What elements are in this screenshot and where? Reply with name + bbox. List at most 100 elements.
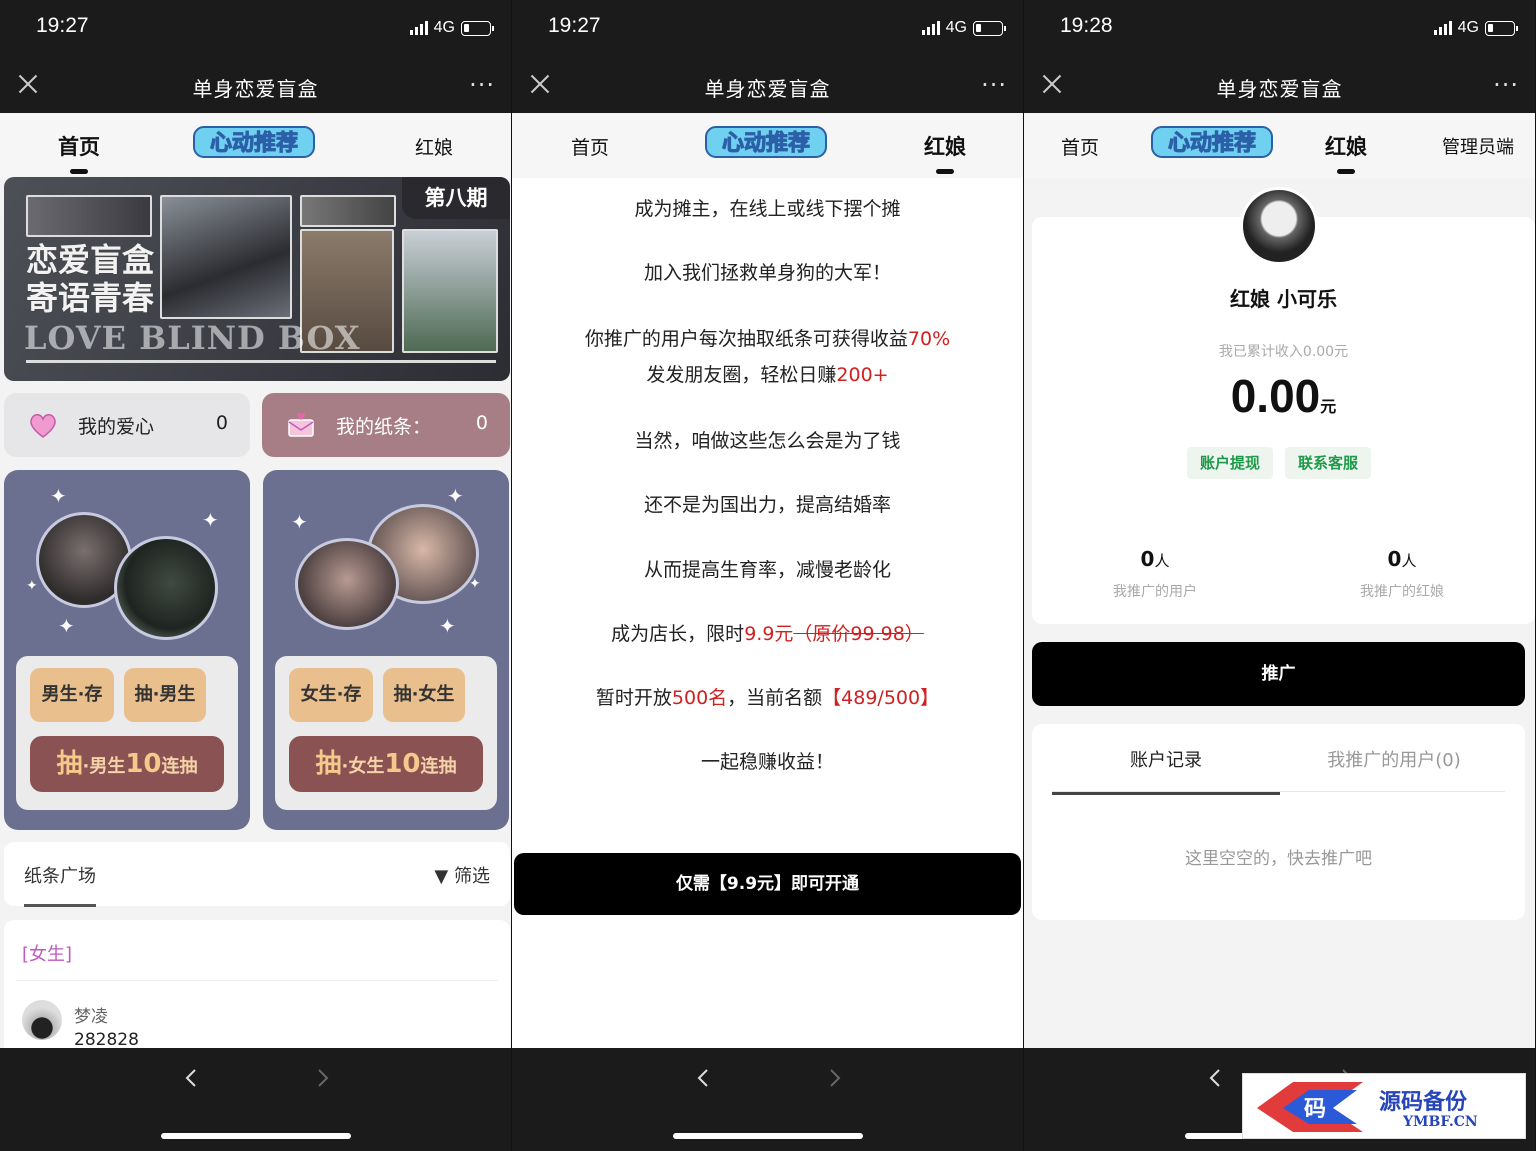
sparkle-icon: ✦ xyxy=(439,614,456,638)
tab-matchmaker[interactable]: 红娘 xyxy=(1325,131,1367,174)
user-number: 282828 xyxy=(74,1030,139,1050)
promote-button[interactable]: 推广 xyxy=(1032,642,1525,706)
quota-highlight: 【489/500】 xyxy=(822,687,940,709)
forward-icon[interactable] xyxy=(312,1068,332,1088)
sparkle-icon: ✦ xyxy=(58,614,75,638)
info-line: 从而提高生育率，减慢老龄化 xyxy=(643,559,891,581)
banner-title-line2: 寄语青春 xyxy=(26,279,155,317)
note-plaza-header: 纸条广场 ▼ 筛选 xyxy=(4,842,510,906)
more-icon[interactable]: ··· xyxy=(1493,71,1519,99)
female-draw-button[interactable]: 抽·女生 xyxy=(383,668,465,722)
notes-value: 0 xyxy=(475,412,488,434)
stat-value: 0人 xyxy=(1055,547,1255,571)
battery-icon xyxy=(461,20,494,36)
back-icon[interactable] xyxy=(694,1068,714,1088)
info-highlight: 9.9元 xyxy=(744,623,794,645)
app-title: 单身恋爱盲盒 xyxy=(1216,77,1343,101)
earnings-amount: 0.00元 xyxy=(1032,369,1535,423)
tab-promoted-users[interactable]: 我推广的用户(0) xyxy=(1280,746,1508,772)
status-bar: 19:28 4G xyxy=(1024,0,1535,60)
tab-note-plaza[interactable]: 纸条广场 xyxy=(24,862,96,907)
back-icon[interactable] xyxy=(182,1068,202,1088)
stat-unit: 人 xyxy=(1401,552,1417,570)
male-actions: 男生·存 抽·男生 抽·男生10连抽 xyxy=(16,656,238,810)
watermark-title: 源码备份 xyxy=(1379,1089,1468,1115)
tab-home[interactable]: 首页 xyxy=(1061,133,1099,160)
logo-text: 心动推荐 xyxy=(722,130,810,156)
info-text: 发发朋友圈，轻松日赚 xyxy=(646,364,837,386)
info-line: 你推广的用户每次抽取纸条可获得收益70% xyxy=(512,324,1023,351)
filter-label: 筛选 xyxy=(454,866,490,887)
male-draw10-button[interactable]: 抽·男生10连抽 xyxy=(30,736,224,792)
nav-tabs: 首页 心动推荐 红娘 xyxy=(512,113,1023,178)
tab-account-records[interactable]: 账户记录 xyxy=(1052,746,1280,795)
amount-unit: 元 xyxy=(1320,399,1337,416)
draw10-gender: ·男生 xyxy=(82,756,126,777)
sparkle-icon: ✦ xyxy=(50,484,67,508)
watermark-graphic: 码 xyxy=(1257,1082,1363,1132)
tab-matchmaker[interactable]: 红娘 xyxy=(924,131,966,174)
info-line: 一起稳赚收益！ xyxy=(700,751,834,773)
info-line: 暂时开放500名，当前名额【489/500】 xyxy=(512,683,1023,710)
info-text: 你推广的用户每次抽取纸条可获得收益 xyxy=(584,328,908,350)
note-feed: [女生] 梦凌 282828 xyxy=(4,920,510,1060)
draw10-prefix: 抽 xyxy=(315,749,342,779)
forward-icon[interactable] xyxy=(824,1068,844,1088)
banner-photo xyxy=(160,195,292,319)
promo-banner[interactable]: 第八期 恋爱盲盒 寄语青春 LOVE BLIND BOX xyxy=(4,177,510,381)
female-deposit-button[interactable]: 女生·存 xyxy=(289,668,373,722)
avatar[interactable] xyxy=(22,1000,62,1040)
amount-value: 0.00 xyxy=(1230,370,1321,422)
withdraw-button[interactable]: 账户提现 xyxy=(1187,447,1273,479)
sparkle-icon: ✦ xyxy=(291,510,308,534)
male-deposit-button[interactable]: 男生·存 xyxy=(30,668,114,722)
info-line: 成为店长，限时9.9元（原价99.98） xyxy=(512,619,1023,646)
info-line: 发发朋友圈，轻松日赚200+ xyxy=(512,360,1023,387)
tab-admin[interactable]: 管理员端 xyxy=(1442,133,1514,159)
stat-promoted-matchmakers: 0人 我推广的红娘 xyxy=(1302,547,1502,601)
watermark-logo: 码 源码备份 YMBF.CN xyxy=(1242,1073,1526,1139)
more-icon[interactable]: ··· xyxy=(469,71,495,99)
profile-name: 红娘 小可乐 xyxy=(1230,287,1337,311)
sparkle-icon: ✦ xyxy=(202,508,219,532)
gender-tag: [女生] xyxy=(22,944,73,965)
activate-button[interactable]: 仅需【9.9元】即可开通 xyxy=(514,853,1021,915)
support-button[interactable]: 联系客服 xyxy=(1285,447,1371,479)
signal-icon xyxy=(1433,21,1452,35)
draw10-count: 10 xyxy=(125,749,162,779)
draw10-suffix: 连抽 xyxy=(161,756,198,777)
network-label: 4G xyxy=(1457,19,1479,36)
draw10-count: 10 xyxy=(384,749,421,779)
browser-toolbar xyxy=(512,1048,1023,1151)
phone-screen-matchmaker: 19:28 4G 单身恋爱盲盒 ··· 首页 心动推荐 红娘 管理员端 红娘 小… xyxy=(1024,0,1535,1151)
tab-home[interactable]: 首页 xyxy=(58,131,100,174)
stat-unit: 人 xyxy=(1154,552,1170,570)
male-draw-button[interactable]: 抽·男生 xyxy=(124,668,206,722)
hearts-counter[interactable]: 我的爱心 0 xyxy=(4,393,250,457)
logo-recommend[interactable]: 心动推荐 xyxy=(1148,121,1276,161)
stat-label: 我推广的红娘 xyxy=(1360,584,1444,600)
logo-recommend[interactable]: 心动推荐 xyxy=(702,121,830,161)
notes-counter[interactable]: 我的纸条： 0 xyxy=(262,393,510,457)
home-indicator xyxy=(673,1133,863,1139)
vendor-info: 成为摊主，在线上或线下摆个摊 加入我们拯救单身狗的大军！ 你推广的用户每次抽取纸… xyxy=(512,178,1023,1048)
info-text: 成为店长，限时 xyxy=(611,623,745,645)
profile-card: 红娘 小可乐 我已累计收入0.00元 0.00元 账户提现 联系客服 0人 我推… xyxy=(1032,187,1535,624)
avatar[interactable] xyxy=(1240,187,1318,265)
info-line: 还不是为国出力，提高结婚率 xyxy=(643,494,891,516)
female-actions: 女生·存 抽·女生 抽·女生10连抽 xyxy=(275,656,497,810)
stat-label: 我推广的用户 xyxy=(1113,584,1197,600)
filter-button[interactable]: ▼ 筛选 xyxy=(434,862,490,888)
female-draw10-button[interactable]: 抽·女生10连抽 xyxy=(289,736,483,792)
more-icon[interactable]: ··· xyxy=(981,71,1007,99)
logo-recommend[interactable]: 心动推荐 xyxy=(190,121,318,161)
heart-icon xyxy=(30,414,56,438)
back-icon[interactable] xyxy=(1206,1068,1226,1088)
phone-screen-home: 19:27 4G 单身恋爱盲盒 ··· 首页 心动推荐 红娘 第八期 恋爱盲盒寄… xyxy=(0,0,511,1151)
tab-home[interactable]: 首页 xyxy=(571,133,609,160)
status-time: 19:28 xyxy=(1060,14,1113,37)
status-icons: 4G xyxy=(921,19,1006,37)
male-avatar xyxy=(114,536,218,640)
tab-matchmaker[interactable]: 红娘 xyxy=(415,133,453,160)
original-price: （原价99.98） xyxy=(793,623,924,645)
